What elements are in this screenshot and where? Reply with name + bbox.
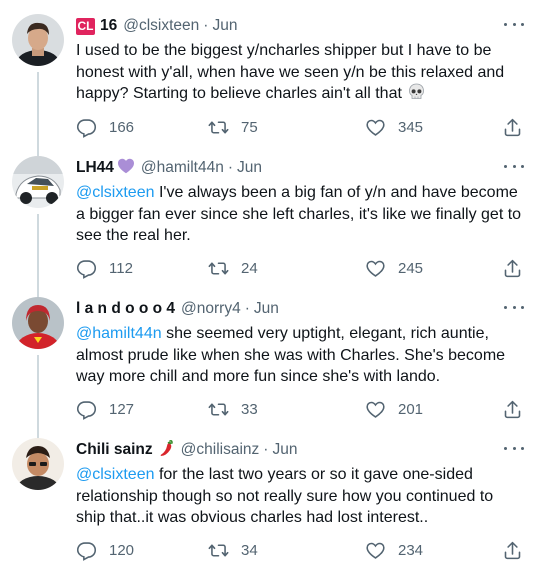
heart-icon (366, 401, 385, 418)
retweet-button[interactable]: 24 (208, 258, 258, 279)
timestamp[interactable]: Jun (212, 17, 237, 35)
share-icon (504, 400, 521, 419)
retweet-button[interactable]: 34 (208, 540, 258, 561)
reply-count: 166 (109, 119, 135, 136)
reply-button[interactable]: 127 (76, 399, 134, 420)
like-count: 201 (398, 401, 424, 418)
tweet-header: Chili sainz @chilisainz · Jun (76, 439, 297, 461)
handle[interactable]: @hamilt44n (141, 159, 224, 177)
tweet-header: LH44 @hamilt44n · Jun (76, 157, 262, 179)
skull-icon (408, 83, 425, 108)
retweet-icon (208, 403, 229, 416)
timestamp[interactable]: Jun (272, 441, 297, 459)
retweet-count: 75 (241, 119, 258, 136)
tweet-text: @hamilt44n she seemed very uptight, eleg… (76, 323, 526, 388)
reply-icon (76, 542, 97, 561)
like-count: 345 (398, 119, 424, 136)
separator: · (263, 441, 269, 458)
reply-icon (76, 260, 97, 279)
more-options-icon[interactable] (504, 16, 524, 32)
avatar[interactable] (12, 297, 64, 349)
avatar[interactable] (12, 438, 64, 490)
timestamp[interactable]: Jun (254, 300, 279, 318)
retweet-count: 34 (241, 542, 258, 559)
share-button[interactable] (502, 540, 535, 561)
reply-count: 112 (109, 260, 133, 277)
retweet-count: 33 (241, 401, 258, 418)
separator: · (244, 300, 250, 317)
avatar[interactable] (12, 156, 64, 208)
tweet-actions: 166 75 345 (76, 117, 531, 141)
share-icon (504, 259, 521, 278)
handle[interactable]: @chilisainz (181, 441, 260, 459)
cl-badge-icon: CL (76, 17, 95, 35)
display-name[interactable]: 16 (100, 17, 117, 35)
share-button[interactable] (502, 258, 535, 279)
thread-line (37, 355, 39, 441)
tweet-header: CL 16 @clsixteen · Jun (76, 15, 237, 37)
reply-count: 120 (109, 542, 135, 559)
share-icon (504, 118, 521, 137)
heart-icon (366, 119, 385, 136)
retweet-count: 24 (241, 260, 258, 277)
tweet-text: @clsixteen for the last two years or so … (76, 464, 526, 529)
purple-heart-icon (117, 158, 135, 179)
heart-icon (366, 542, 385, 559)
timestamp[interactable]: Jun (237, 159, 262, 177)
display-name[interactable]: Chili sainz (76, 441, 153, 459)
like-button[interactable]: 234 (365, 540, 423, 561)
retweet-icon (208, 121, 229, 134)
tweet-actions: 112 24 245 (76, 258, 531, 282)
avatar[interactable] (12, 14, 64, 66)
reply-button[interactable]: 166 (76, 117, 134, 138)
retweet-button[interactable]: 75 (208, 117, 258, 138)
tweet-body: I used to be the biggest y/ncharles ship… (76, 42, 505, 102)
share-button[interactable] (502, 399, 535, 420)
like-count: 245 (398, 260, 424, 277)
thread-line (37, 72, 39, 158)
handle[interactable]: @clsixteen (123, 17, 199, 35)
more-options-icon[interactable] (504, 158, 524, 174)
like-count: 234 (398, 542, 424, 559)
retweet-button[interactable]: 33 (208, 399, 258, 420)
like-button[interactable]: 201 (365, 399, 423, 420)
handle[interactable]: @norry4 (181, 300, 241, 318)
heart-icon (366, 260, 385, 277)
mention-link[interactable]: @hamilt44n (76, 325, 162, 342)
retweet-icon (208, 262, 229, 275)
tweet-header: l a n d o o o 4 @norry4 · Jun (76, 298, 279, 320)
tweet-text: @clsixteen I've always been a big fan of… (76, 182, 526, 247)
reply-button[interactable]: 112 (76, 258, 133, 279)
reply-count: 127 (109, 401, 135, 418)
tweet-text: I used to be the biggest y/ncharles ship… (76, 40, 526, 108)
share-button[interactable] (502, 117, 535, 138)
more-options-icon[interactable] (504, 440, 524, 456)
display-name[interactable]: l a n d o o o 4 (76, 300, 175, 318)
hot-pepper-icon (159, 439, 175, 462)
like-button[interactable]: 245 (365, 258, 423, 279)
reply-icon (76, 401, 97, 420)
thread-line (37, 214, 39, 300)
separator: · (227, 159, 234, 176)
tweet-actions: 120 34 234 (76, 540, 531, 564)
reply-button[interactable]: 120 (76, 540, 134, 561)
like-button[interactable]: 345 (365, 117, 423, 138)
reply-icon (76, 119, 97, 138)
tweet-actions: 127 33 201 (76, 399, 531, 423)
more-options-icon[interactable] (504, 299, 524, 315)
separator: · (203, 17, 209, 34)
display-name[interactable]: LH44 (76, 159, 114, 177)
mention-link[interactable]: @clsixteen (76, 184, 155, 201)
share-icon (504, 541, 521, 560)
mention-link[interactable]: @clsixteen (76, 466, 155, 483)
retweet-icon (208, 544, 229, 557)
